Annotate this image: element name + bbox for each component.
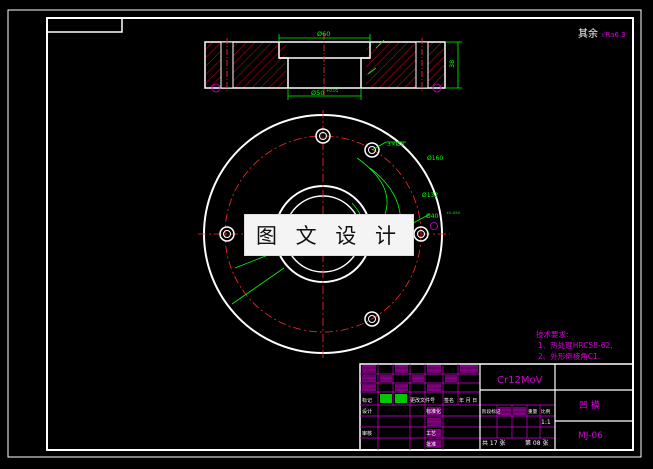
cad-drawing-canvas[interactable]: 其余 √Ra6.3 Ø60 Ø50 +0.05 38 3×Ø8 Ø160 Ø13… [0,0,653,465]
corner-label-box [46,17,123,33]
top-right-note: 其余 [578,27,598,40]
tech-req-item-1: 1、热处理HRC58-62, [538,340,613,350]
roughness-symbol: √Ra6.3 [601,31,626,39]
dim-hole-spec: 3×Ø8 [387,141,405,148]
dim-bore-tolerance: +0.050 [446,210,461,215]
tech-req-item-2: 2、外形倒棱角C1. [538,351,600,361]
tb-design: 设计 [362,408,372,415]
tb-sheet-no: 第 08 张 [525,439,548,447]
datum-mark [430,222,438,230]
tb-date: 年 月 日 [459,397,477,404]
tb-approve: 批准 [426,441,436,448]
tb-review: 审核 [362,430,372,437]
tb-standardize: 标准化 [426,408,441,415]
tb-scale-label: 比例 [541,408,551,415]
tb-mark: 标记 [362,397,372,404]
tb-sheet-total: 共 17 张 [482,439,505,447]
section-hatch-left [206,42,286,88]
dim-pcd: Ø160 [427,155,443,162]
tb-material: Cr12MoV [497,375,543,386]
section-view [204,34,446,96]
tech-req-title: 技术要求: [536,329,569,339]
tb-drawing-no: MJ-06 [578,431,603,441]
watermark-banner: 图 文 设 计 [244,214,414,256]
dim-bottom-tolerance: +0.05 [326,88,339,93]
dim-132: Ø132 [422,192,438,199]
tb-scale-value: 1:1 [541,419,551,426]
dim-bottom-width: Ø50 [311,89,324,97]
dim-height: 38 [448,60,456,68]
section-hatch-right [366,42,444,88]
tb-craft: 工艺 [426,431,436,437]
tb-part-name: 凹 模 [579,400,600,411]
tb-stage-mark: 阶段标记 [482,408,501,415]
dim-bore: Ø40 [426,213,439,220]
dim-top-width: Ø60 [317,30,330,38]
tb-weight: 重量 [528,408,538,415]
tb-change-doc: 更改文件号 [410,397,435,404]
tb-signature: 签名 [444,397,454,404]
